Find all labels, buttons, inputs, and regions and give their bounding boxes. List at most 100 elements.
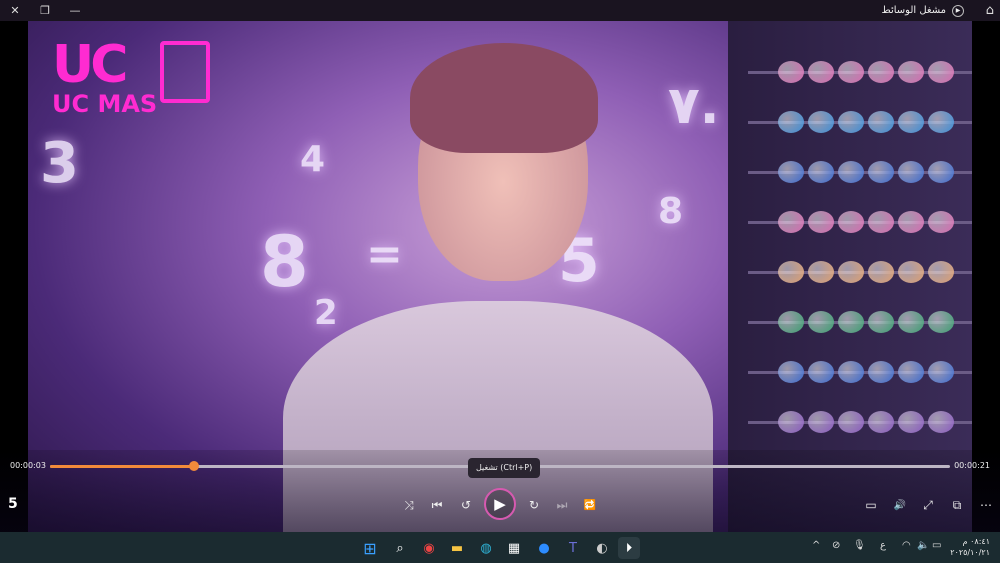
fullscreen-button[interactable]: ⤢ [918,495,938,515]
overlay-glyph: 4 [300,139,326,180]
play-tooltip: تشغيل (Ctrl+P) [468,458,541,478]
restore-button[interactable]: ❐ [30,0,60,21]
store-icon[interactable]: ▦ [503,537,525,559]
abacus-bead [778,61,804,83]
abacus-bead [808,311,834,333]
more-button[interactable]: ⋯ [976,495,996,515]
teams-icon[interactable]: T [562,537,584,559]
start-button[interactable]: ⊞ [359,537,381,559]
uc-mas-logo: UC UC MAS [52,35,210,118]
abacus-bead [808,161,834,183]
abacus-bead [898,261,924,283]
current-time: 00:00:03 [10,461,46,470]
play-button[interactable]: ▶ [484,488,516,520]
search-button[interactable]: ⌕ [389,537,411,559]
logo-text: UC MAS [52,90,158,118]
abacus-bead [928,161,954,183]
overlay-glyph: 2 [314,293,338,333]
abacus-bead [778,161,804,183]
abacus-bead [838,61,864,83]
abacus-bead [868,111,894,133]
abacus-bead [928,61,954,83]
seek-bar-fill [50,465,194,468]
abacus-bead [868,261,894,283]
abacus-logo-icon [160,41,210,103]
abacus-bead [868,361,894,383]
abacus-bead [898,311,924,333]
chrome-icon[interactable]: ◉ [418,537,440,559]
forward-icon: ↻ [528,498,540,512]
previous-icon: ⏮ [431,497,443,512]
abacus-bead [808,411,834,433]
abacus-bead [928,111,954,133]
clock[interactable]: ٠٨:٤١ م ٢٠٢٥/١٠/٢١ [950,536,990,558]
abacus-bead [838,211,864,233]
speaker-icon[interactable]: 🔈 [917,540,929,551]
edge-icon[interactable]: ◍ [475,537,497,559]
abacus-bead [928,211,954,233]
location-off-icon[interactable]: ⊘ [832,540,840,551]
abacus-bead [868,61,894,83]
abacus-bead [868,411,894,433]
overlay-glyph: = [366,229,403,280]
shuffle-icon: ⤨ [404,497,414,512]
abacus-bead [838,261,864,283]
overlay-glyph: 8 [260,221,309,303]
volume-icon: 🔊 [893,499,907,511]
overlay-number: 5 [8,496,18,512]
show-hidden-icons[interactable]: ^ [812,540,820,551]
captions-icon: ▭ [865,498,877,512]
rewind-10-button[interactable]: ↺ [456,495,476,515]
language-indicator[interactable]: ع [880,540,886,551]
next-icon: ⏭ [556,497,568,512]
abacus-bead [928,311,954,333]
rewind-icon: ↺ [460,498,472,512]
abacus-bead [838,161,864,183]
shuffle-button[interactable]: ⤨ [399,495,419,515]
abacus-bead [928,261,954,283]
battery-icon[interactable]: ▭ [932,540,941,551]
abacus-bead [808,261,834,283]
previous-button[interactable]: ⏮ [427,495,447,515]
abacus-bead [778,411,804,433]
logo-mark: UC [52,35,128,95]
home-icon[interactable]: ⌂ [986,0,994,21]
abacus-bead [898,111,924,133]
play-icon: ▶ [494,495,506,513]
zoom-icon[interactable]: ● [533,537,555,559]
title-bar: ✕ ❐ — ▶ مشغل الوسائط ⌂ [0,0,1000,21]
mini-player-button[interactable]: ⧉ [947,495,967,515]
forward-30-button[interactable]: ↻ [524,495,544,515]
abacus-bead [778,361,804,383]
abacus-bead [778,111,804,133]
abacus-bead [928,361,954,383]
media-player-taskbar-icon[interactable]: ⏵ [618,537,640,559]
overlay-glyph: ٧. [668,76,720,136]
abacus-bead [808,61,834,83]
next-button[interactable]: ⏭ [552,495,572,515]
captions-button[interactable]: ▭ [861,495,881,515]
abacus-bead [808,211,834,233]
app-icon[interactable]: ◐ [591,537,613,559]
abacus-bead [898,361,924,383]
volume-button[interactable]: 🔊 [890,495,910,515]
clock-date: ٢٠٢٥/١٠/٢١ [950,548,990,557]
repeat-button[interactable]: 🔁 [580,495,600,515]
wifi-icon[interactable]: ◠ [902,540,911,551]
player-controls: 00:00:03 00:00:21 تشغيل (Ctrl+P) 5 ⤨ ⏮ ↺… [0,450,1000,532]
abacus-bead [778,311,804,333]
abacus-bead [838,111,864,133]
mic-muted-icon[interactable]: 🎙 [853,540,866,551]
minimize-button[interactable]: — [60,0,90,21]
close-button[interactable]: ✕ [0,0,30,21]
abacus-bead [838,361,864,383]
more-icon: ⋯ [980,498,992,512]
abacus-bead [808,111,834,133]
abacus-bead [838,311,864,333]
abacus-bead [898,61,924,83]
abacus-bead [898,211,924,233]
media-player-icon: ▶ [952,4,964,17]
abacus-bead [868,161,894,183]
file-explorer-icon[interactable]: ▬ [446,537,468,559]
seek-handle[interactable] [189,461,199,471]
